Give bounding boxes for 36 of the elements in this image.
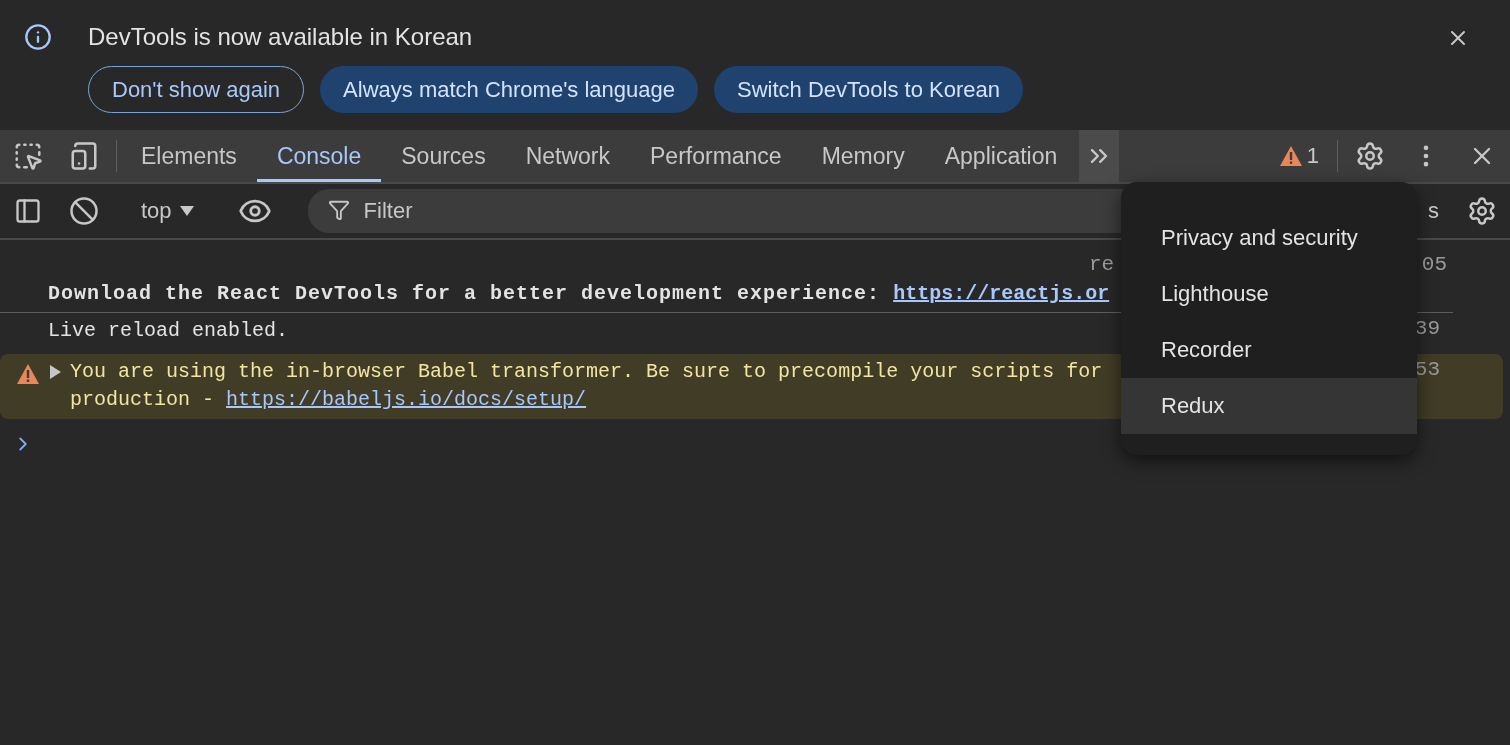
- source-link[interactable]: 39: [1414, 317, 1440, 340]
- device-toolbar-icon[interactable]: [69, 141, 99, 171]
- info-icon: [24, 23, 52, 51]
- panel-tab[interactable]: Memory: [801, 130, 925, 182]
- menu-item[interactable]: Recorder: [1121, 322, 1417, 378]
- panel-tab[interactable]: Network: [505, 130, 630, 182]
- sidebar-icon[interactable]: [14, 197, 42, 225]
- context-selector[interactable]: top: [121, 198, 214, 224]
- source-link[interactable]: 05: [1421, 254, 1447, 276]
- panel-tab[interactable]: Elements: [121, 130, 257, 182]
- warning-icon: [16, 363, 40, 385]
- log-message: Download the React DevTools for a better development experience: https://reactjs.or: [48, 282, 1110, 305]
- panel-tab[interactable]: Sources: [381, 130, 506, 182]
- settings-icon[interactable]: [1467, 196, 1497, 226]
- expand-arrow-icon[interactable]: [48, 364, 62, 380]
- clear-console-icon[interactable]: [69, 196, 99, 226]
- menu-item[interactable]: Lighthouse: [1121, 266, 1417, 322]
- log-message: Live reload enabled.: [48, 319, 289, 342]
- message-link[interactable]: https://reactjs.or: [893, 282, 1110, 305]
- source-link[interactable]: re: [1089, 254, 1115, 276]
- infobar-message: DevTools is now available in Korean: [88, 23, 473, 51]
- caret-icon: [179, 206, 194, 216]
- message-link[interactable]: https://babeljs.io/docs/setup/: [226, 388, 587, 411]
- settings-icon[interactable]: [1355, 141, 1385, 171]
- menu-item[interactable]: Redux: [1121, 378, 1417, 434]
- panel-tab[interactable]: Performance: [630, 130, 802, 182]
- inspect-icon[interactable]: [13, 141, 43, 171]
- infobar-button[interactable]: Switch DevTools to Korean: [714, 66, 1023, 113]
- infobar-button[interactable]: Always match Chrome's language: [320, 66, 698, 113]
- filter-icon: [327, 199, 350, 221]
- panel-tab[interactable]: Console: [256, 130, 382, 182]
- issues-badge[interactable]: 1: [1264, 130, 1333, 182]
- more-tabs-button[interactable]: [1079, 130, 1120, 182]
- log-message: You are using the in-browser Babel transformer. Be sure to precompile your scripts for production - https://babeljs.io/docs/setup/: [70, 360, 1104, 411]
- source-link[interactable]: 53: [1414, 358, 1440, 381]
- panel-tab[interactable]: Application: [924, 130, 1078, 182]
